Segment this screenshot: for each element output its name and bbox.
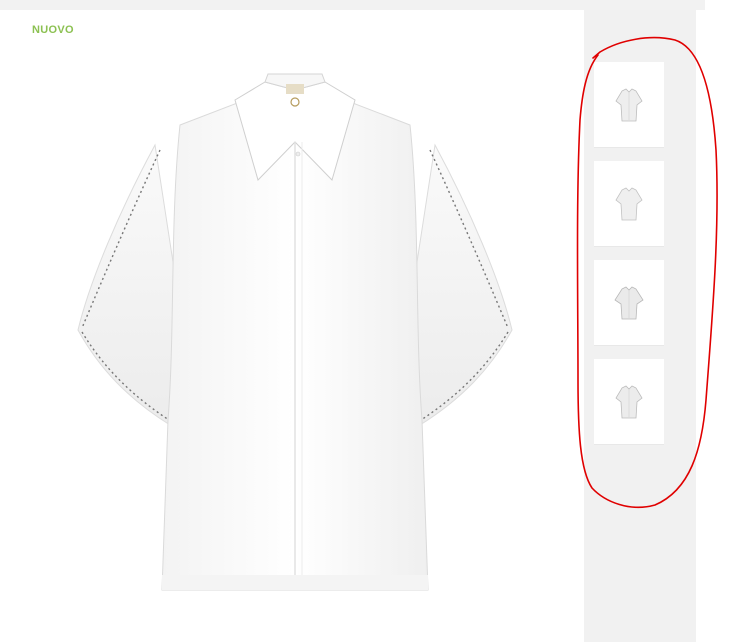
product-main-image[interactable] [60, 70, 530, 630]
top-divider [0, 0, 705, 10]
rail-gutter [696, 36, 734, 642]
left-margin [0, 10, 14, 642]
thumbnail-2[interactable] [594, 161, 664, 247]
thumbnail-1[interactable] [594, 62, 664, 148]
shirt-thumbnail-icon [615, 88, 643, 122]
thumbnail-3[interactable] [594, 260, 664, 346]
new-badge: NUOVO [32, 24, 74, 36]
thumbnail-4[interactable] [594, 359, 664, 445]
shirt-thumbnail-icon [615, 187, 643, 221]
shirt-thumbnail-icon [615, 385, 643, 419]
shirt-thumbnail-icon [614, 286, 644, 320]
product-gallery: NUOVO [0, 0, 734, 642]
